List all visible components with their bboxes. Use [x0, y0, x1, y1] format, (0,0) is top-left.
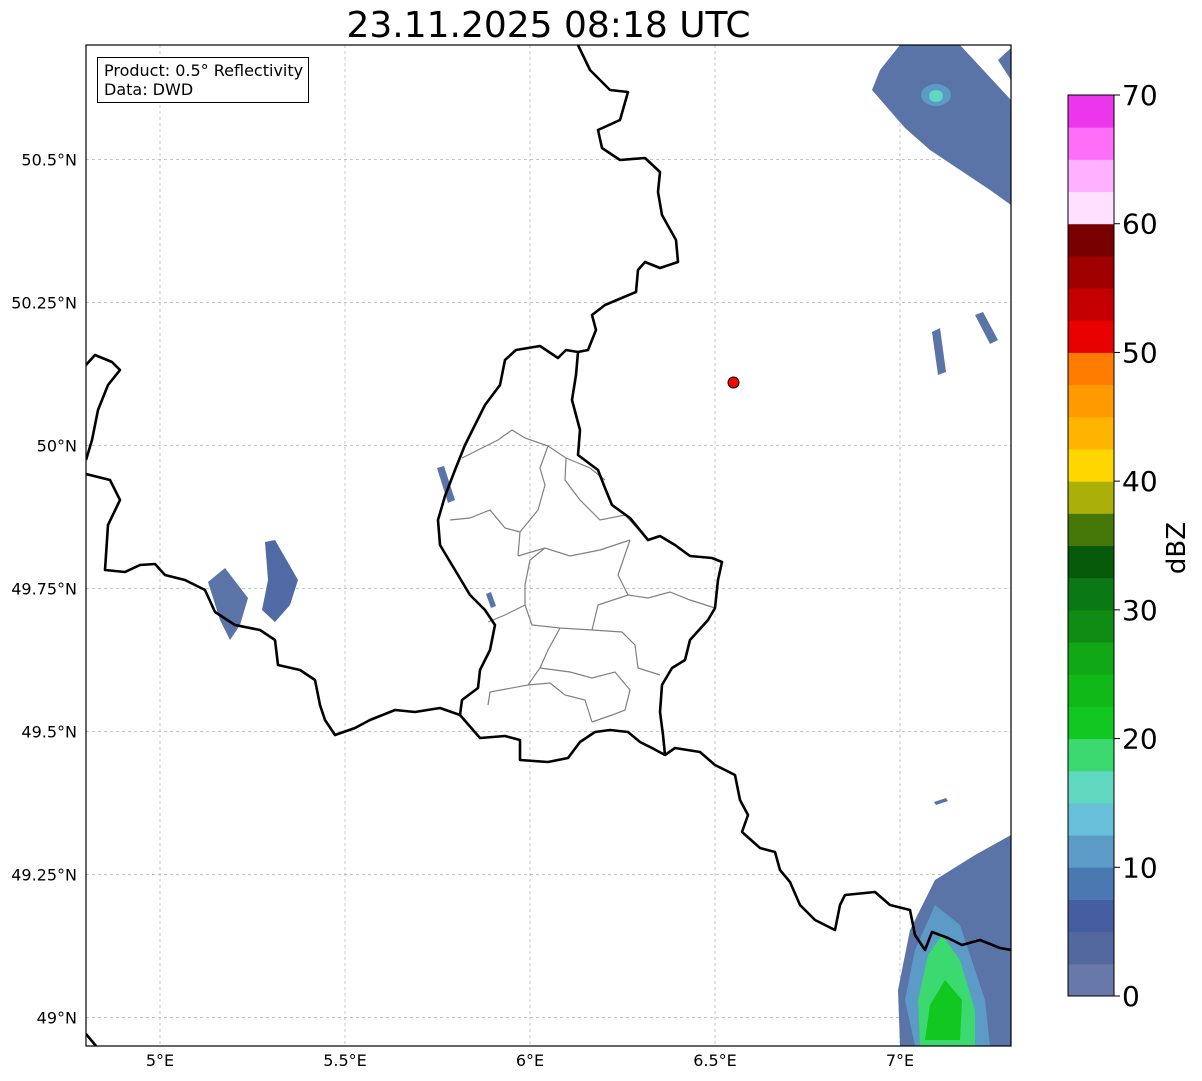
colorbar-segment: [1068, 448, 1114, 482]
colorbar-segment: [1068, 835, 1114, 868]
colorbar-tick-label: 60: [1122, 208, 1158, 241]
lat-tick-label: 49.5°N: [21, 722, 77, 741]
colorbar-tick-label: 20: [1122, 723, 1158, 756]
lat-tick-label: 49°N: [37, 1008, 77, 1027]
colorbar-segment: [1068, 674, 1114, 707]
product-info-box: Product: 0.5° Reflectivity Data: DWD: [97, 57, 310, 103]
colorbar-segment: [1068, 481, 1114, 514]
lat-tick-label: 49.75°N: [11, 579, 77, 598]
colorbar-segment: [1068, 127, 1114, 160]
colorbar-tick-label: 10: [1122, 851, 1158, 884]
colorbar-segment: [1068, 577, 1114, 611]
colorbar-segment: [1068, 223, 1114, 257]
colorbar-segment: [1068, 802, 1114, 836]
colorbar-segment: [1068, 963, 1114, 997]
colorbar-segment: [1068, 159, 1114, 193]
colorbar-tick-label: 30: [1122, 594, 1158, 627]
colorbar-segment: [1068, 899, 1114, 933]
colorbar-segment: [1068, 320, 1114, 353]
colorbar-segment: [1068, 352, 1114, 386]
latitude-axis: 49°N 49.25°N 49.5°N 49.75°N 50°N 50.25°N 50.5°…: [11, 150, 77, 1027]
echo-core-northeast-inner: [929, 90, 943, 102]
lat-tick-label: 50.25°N: [11, 293, 77, 312]
radar-site-marker: [727, 376, 740, 389]
colorbar-segment: [1068, 95, 1114, 128]
colorbar-segment: [1068, 770, 1114, 804]
colorbar-tick-label: 50: [1122, 336, 1158, 369]
colorbar-segment: [1068, 513, 1114, 546]
colorbar-label: dBZ: [1162, 522, 1192, 574]
colorbar-segment: [1068, 867, 1114, 900]
lon-tick-label: 6°E: [516, 1051, 544, 1070]
lon-tick-label: 5°E: [146, 1051, 174, 1070]
data-source-text: Data: DWD: [104, 80, 194, 99]
colorbar-tick-label: 70: [1122, 79, 1158, 112]
colorbar-segment: [1068, 288, 1114, 321]
colorbar-tick-label: 0: [1122, 980, 1140, 1013]
colorbar-segment: [1068, 609, 1114, 643]
colorbar-segment: [1068, 545, 1114, 579]
lat-tick-label: 50°N: [37, 436, 77, 455]
longitude-axis: 5°E 5.5°E 6°E 6.5°E 7°E: [146, 1051, 914, 1070]
colorbar-segment: [1068, 931, 1114, 965]
colorbar-segment: [1068, 706, 1114, 740]
lat-tick-label: 50.5°N: [21, 150, 77, 169]
lon-tick-label: 6.5°E: [693, 1051, 737, 1070]
lat-tick-label: 49.25°N: [11, 865, 77, 884]
colorbar-segment: [1068, 191, 1114, 225]
colorbar-segment: [1068, 642, 1114, 675]
colorbar-segment: [1068, 384, 1114, 418]
lon-tick-label: 5.5°E: [323, 1051, 367, 1070]
radar-map: 5°E 5.5°E 6°E 6.5°E 7°E 49°N 49.25°N 49.5°N 49.…: [11, 44, 1192, 1070]
colorbar: [1067, 94, 1115, 997]
colorbar-segment: [1068, 255, 1114, 289]
product-text: Product: 0.5° Reflectivity: [104, 61, 304, 80]
lon-tick-label: 7°E: [886, 1051, 914, 1070]
colorbar-segment: [1068, 416, 1114, 450]
colorbar-tick-label: 40: [1122, 465, 1158, 498]
colorbar-ticks: 0 10 20 30 40 50 60 70: [1114, 79, 1158, 1013]
colorbar-segment: [1068, 738, 1114, 772]
map-area: [86, 45, 1011, 1046]
